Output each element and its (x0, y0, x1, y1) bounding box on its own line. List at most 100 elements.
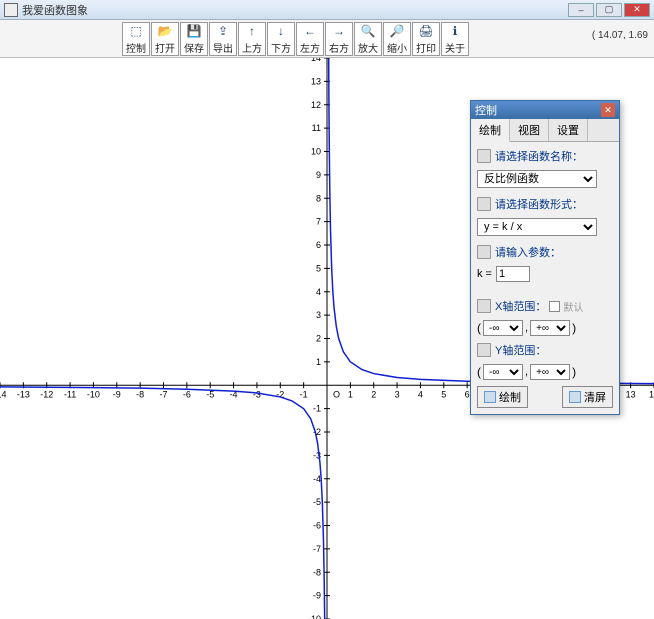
toolbar-icon-2: 💾 (186, 23, 202, 39)
x-max-select[interactable]: +∞ (530, 320, 570, 336)
toolbar-icon-5: ↓ (273, 23, 289, 39)
tab-view[interactable]: 视图 (510, 119, 549, 141)
toolbar-btn-3[interactable]: ⇪ 导出 (209, 22, 237, 56)
svg-text:-9: -9 (113, 389, 121, 399)
toolbar-btn-7[interactable]: → 右方 (325, 22, 353, 56)
svg-text:-13: -13 (17, 389, 30, 399)
svg-text:2: 2 (316, 334, 321, 344)
func-form-select[interactable]: y = k / x (477, 218, 597, 236)
clear-button[interactable]: 清屏 (562, 386, 613, 408)
func-name-label: 请选择函数名称： (495, 148, 583, 164)
svg-text:-11: -11 (64, 389, 76, 399)
svg-text:-6: -6 (313, 521, 321, 531)
tab-draw[interactable]: 绘制 (471, 119, 510, 142)
toolbar-btn-5[interactable]: ↓ 下方 (267, 22, 295, 56)
svg-text:-10: -10 (308, 614, 321, 619)
param-k-input[interactable] (496, 266, 530, 282)
close-button[interactable]: ✕ (624, 3, 650, 17)
svg-text:-5: -5 (313, 497, 321, 507)
control-panel: 控制 ✕ 绘制 视图 设置 请选择函数名称： 反比例函数 请选择函数形式： y … (470, 100, 620, 415)
svg-text:-9: -9 (313, 591, 321, 601)
x-min-select[interactable]: -∞ (483, 320, 523, 336)
y-range-label: Y轴范围： (495, 342, 546, 358)
svg-text:9: 9 (316, 170, 321, 180)
panel-tabs: 绘制 视图 设置 (471, 119, 619, 142)
window-title: 我爱函数图象 (22, 2, 88, 18)
svg-text:-4: -4 (313, 474, 321, 484)
toolbar-btn-1[interactable]: 📂 打开 (151, 22, 179, 56)
toolbar-icon-11: ℹ (447, 23, 463, 39)
toolbar-icon-8: 🔍 (360, 23, 376, 39)
app-icon (4, 3, 18, 17)
x-range-label: X轴范围： (495, 298, 546, 314)
svg-text:-14: -14 (0, 389, 7, 399)
params-label: 请输入参数： (495, 244, 561, 260)
svg-text:-12: -12 (40, 389, 53, 399)
svg-text:6: 6 (316, 240, 321, 250)
tab-settings[interactable]: 设置 (549, 119, 588, 141)
maximize-button[interactable]: ▢ (596, 3, 622, 17)
svg-text:11: 11 (312, 123, 321, 133)
svg-text:12: 12 (311, 100, 321, 110)
toolbar-icon-4: ↑ (244, 23, 260, 39)
svg-text:-8: -8 (136, 389, 144, 399)
svg-text:5: 5 (316, 263, 321, 273)
toolbar-btn-11[interactable]: ℹ 关于 (441, 22, 469, 56)
svg-text:8: 8 (316, 193, 321, 203)
toolbar-btn-4[interactable]: ↑ 上方 (238, 22, 266, 56)
tree-icon (477, 197, 491, 211)
svg-text:-1: -1 (300, 389, 308, 399)
x-default-checkbox[interactable] (549, 301, 560, 312)
svg-text:O: O (333, 389, 340, 399)
svg-text:5: 5 (441, 389, 446, 399)
y-max-select[interactable]: +∞ (530, 364, 570, 380)
svg-text:-7: -7 (313, 544, 321, 554)
y-min-select[interactable]: -∞ (483, 364, 523, 380)
func-name-select[interactable]: 反比例函数 (477, 170, 597, 188)
svg-text:1: 1 (348, 389, 353, 399)
toolbar-btn-6[interactable]: ← 左方 (296, 22, 324, 56)
panel-titlebar[interactable]: 控制 ✕ (471, 101, 619, 119)
params-icon (477, 245, 491, 259)
x-default-label: 默认 (563, 299, 583, 314)
svg-text:3: 3 (395, 389, 400, 399)
svg-text:1: 1 (316, 357, 321, 367)
toolbar-icon-0: ⬚ (128, 23, 144, 39)
draw-button[interactable]: 绘制 (477, 386, 528, 408)
svg-text:-8: -8 (313, 567, 321, 577)
svg-text:13: 13 (311, 76, 321, 86)
svg-text:-1: -1 (313, 404, 321, 414)
toolbar-btn-9[interactable]: 🔎 缩小 (383, 22, 411, 56)
svg-text:-7: -7 (159, 389, 167, 399)
toolbar: ⬚ 控制 📂 打开 💾 保存 ⇪ 导出 ↑ 上方 ↓ 下方 ← 左方 → 右方 … (0, 20, 654, 58)
toolbar-btn-10[interactable]: 🖨 打印 (412, 22, 440, 56)
minimize-button[interactable]: – (568, 3, 594, 17)
toolbar-icon-10: 🖨 (418, 23, 434, 39)
svg-text:13: 13 (626, 389, 636, 399)
toolbar-icon-1: 📂 (157, 23, 173, 39)
svg-text:14: 14 (649, 389, 654, 399)
xrange-icon (477, 299, 491, 313)
svg-text:4: 4 (418, 389, 423, 399)
svg-text:-3: -3 (253, 389, 261, 399)
svg-text:-6: -6 (183, 389, 191, 399)
svg-text:-10: -10 (87, 389, 100, 399)
book-icon (477, 149, 491, 163)
yrange-icon (477, 343, 491, 357)
svg-text:2: 2 (371, 389, 376, 399)
panel-close-button[interactable]: ✕ (601, 103, 615, 117)
panel-title-text: 控制 (475, 102, 497, 118)
svg-text:7: 7 (316, 217, 321, 227)
toolbar-icon-3: ⇪ (215, 23, 231, 39)
svg-text:4: 4 (316, 287, 321, 297)
toolbar-icon-9: 🔎 (389, 23, 405, 39)
toolbar-btn-2[interactable]: 💾 保存 (180, 22, 208, 56)
svg-text:10: 10 (311, 147, 321, 157)
toolbar-btn-0[interactable]: ⬚ 控制 (122, 22, 150, 56)
svg-text:6: 6 (465, 389, 470, 399)
toolbar-btn-8[interactable]: 🔍 放大 (354, 22, 382, 56)
draw-icon (484, 391, 496, 403)
coord-readout: ( 14.07, 1.69 (592, 30, 648, 41)
svg-text:14: 14 (311, 58, 321, 63)
titlebar: 我爱函数图象 – ▢ ✕ (0, 0, 654, 20)
